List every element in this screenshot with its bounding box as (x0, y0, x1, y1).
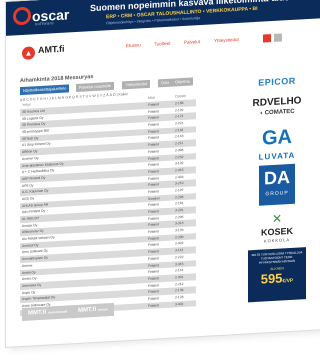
ad-price: 595€/VP (248, 269, 306, 287)
footer-logo-1-sub: muovi/metalli (48, 309, 68, 315)
sponsor-luvata[interactable]: LUVATA (242, 150, 312, 163)
da-group-word: GROUP (265, 190, 289, 198)
header-stand: Osasto (175, 93, 187, 99)
web-page: oscar software Suomen nopeimmin kasvava … (6, 0, 320, 347)
oscar-ring-icon (13, 6, 31, 26)
amt-logo-icon: ▲ (22, 46, 35, 60)
sponsor-comatec[interactable]: ◖ COMATEC (242, 108, 312, 118)
footer-logo-1-text: MMT.fi (28, 309, 47, 317)
exhibitor-table: 3D Kosmos Ltd Finland 2-186 3D Logistix Oy F… (20, 99, 196, 317)
comatec-icon: ◖ (259, 110, 264, 117)
ad-price-unit: €/VP (282, 277, 294, 285)
sponsor-sidebar: EPICOR RDVELHO ◖ COMATEC GA LUVATA DA GR… (242, 75, 314, 303)
comatec-text: COMATEC (264, 108, 295, 117)
tab-services[interactable]: Palvelut osastoille (76, 81, 115, 92)
tab-exhibitors[interactable]: Näytteilleasettajaluettelo (20, 84, 70, 96)
tilted-page-wrapper: oscar software Suomen nopeimmin kasvava … (4, 0, 320, 364)
menu-icon[interactable] (263, 34, 271, 43)
ad-text: MILTÄ TUNTUISI LISÄÄ TYÖKALUJA TUOTANTOO… (251, 250, 303, 265)
row-country: Finland (148, 302, 159, 308)
site-logo[interactable]: ▲ AMT.fi (22, 44, 65, 60)
tab-program[interactable]: Ohjelma (172, 77, 193, 87)
footer-logo-2-text: MMT.fi (78, 306, 97, 314)
sponsor-da-group[interactable]: DA GROUP (259, 163, 295, 206)
ad-price-value: 595 (260, 270, 283, 287)
nav-link-tuotteet[interactable]: Tuotteet (154, 41, 170, 47)
sidebar-ad[interactable]: MILTÄ TUNTUISI LISÄÄ TYÖKALUJA TUOTANTOO… (248, 247, 306, 303)
da-group-mark: DA (264, 167, 290, 189)
site-logo-text: AMT.fi (38, 43, 65, 56)
sponsor-epicor[interactable]: EPICOR (242, 75, 312, 89)
tab-section[interactable]: Osio (158, 78, 173, 88)
sponsor-ga[interactable]: GA (242, 125, 312, 152)
nav-link-yhteystiedot[interactable]: Yhteystiedot (214, 37, 239, 43)
oscar-brand-sub: software (35, 20, 55, 27)
footer-logo-mmt-2[interactable]: MMT.fi koneet (72, 302, 114, 319)
search-icon[interactable] (274, 33, 282, 42)
header-company: Yritys (22, 102, 31, 107)
header-country: Maa (148, 95, 155, 100)
footer-logo-mmt-1[interactable]: MMT.fi muovi/metalli (22, 305, 74, 321)
nav-link-etusivu[interactable]: Etusivu (126, 42, 141, 48)
nav-link-palvelut[interactable]: Palvelut (184, 39, 200, 45)
tab-contacts[interactable]: Yhteystiedot (122, 79, 151, 90)
footer-logo-2-sub: koneet (98, 307, 108, 312)
row-stand: 3-401 (175, 301, 184, 307)
